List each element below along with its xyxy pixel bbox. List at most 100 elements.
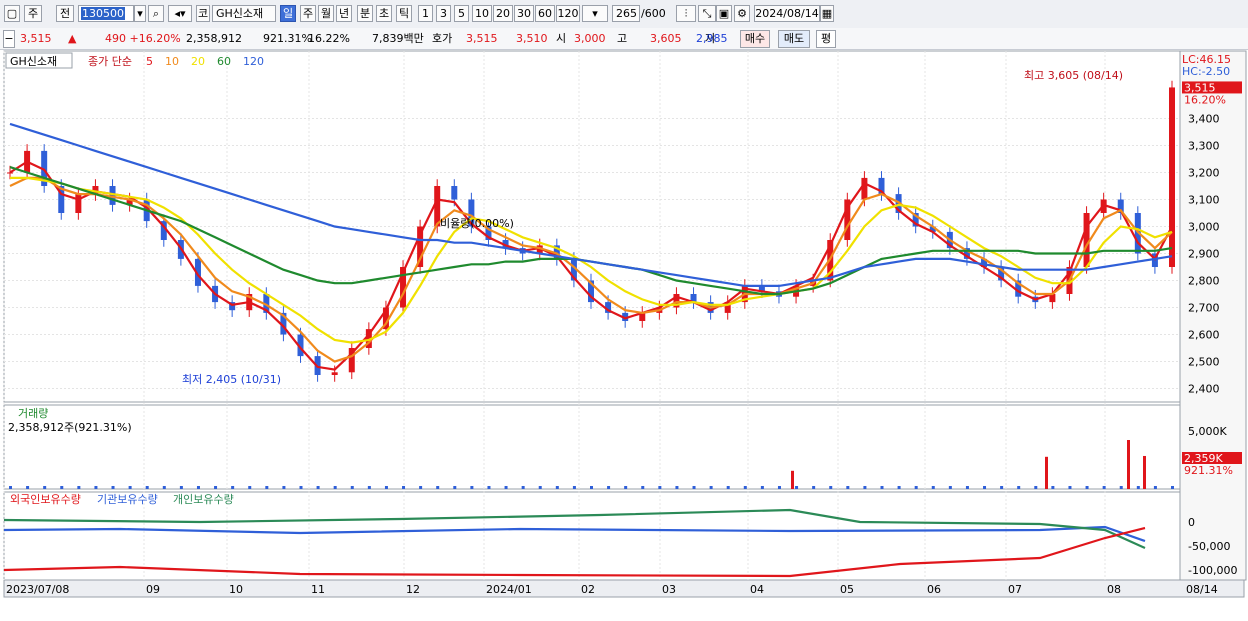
volume-bar <box>1153 486 1157 489</box>
interval-30-button[interactable]: 30 <box>514 5 534 22</box>
volume-bar <box>590 486 593 489</box>
x-end-label: 08/14 <box>1186 583 1218 596</box>
price-change: 490 +16.20% <box>105 32 181 45</box>
volume-tick-label: 5,000K <box>1188 425 1227 438</box>
x-tick-label: 03 <box>662 583 676 596</box>
volume-spike <box>1045 456 1048 489</box>
bid-label: 호가 <box>432 32 453 45</box>
holding-legend-item: 외국인보유수량 <box>10 493 81 506</box>
volume-bar <box>60 486 64 489</box>
turnover-rate: 16.22% <box>308 32 350 45</box>
save-icon[interactable]: ▣ <box>716 5 732 22</box>
interval-5-button[interactable]: 5 <box>454 5 469 22</box>
ma-legend-period: 120 <box>243 55 264 68</box>
period-day-button[interactable]: 일 <box>280 5 296 22</box>
date-input[interactable]: 2024/08/14 <box>754 5 820 22</box>
interval-120-button[interactable]: 120 <box>556 5 580 22</box>
speaker-icon[interactable]: ◂▾ <box>168 5 192 22</box>
volume-bar <box>453 486 457 489</box>
x-tick-label: 06 <box>927 583 941 596</box>
period-second-button[interactable]: 초 <box>376 5 392 22</box>
x-tick-label: 10 <box>229 583 243 596</box>
interval-10-button[interactable]: 10 <box>472 5 492 22</box>
volume-bar <box>760 486 764 489</box>
buy-button[interactable]: 매수 <box>740 30 770 48</box>
interval-3-button[interactable]: 3 <box>436 5 451 22</box>
volume-bar <box>897 486 901 489</box>
stock-name-field[interactable]: GH신소재 <box>212 5 276 22</box>
current-price: 3,515 <box>20 32 52 45</box>
stock-chart[interactable]: 3,400 3,300 3,200 3,100 3,000 2,900 2,800 2,700… <box>0 49 1248 621</box>
window-icon[interactable]: ▢ <box>4 5 20 22</box>
volume-bar <box>521 486 525 489</box>
volume-bar <box>692 486 696 489</box>
volume-bar <box>709 486 713 489</box>
prev-button[interactable]: 전 <box>56 5 74 22</box>
volume-bar <box>299 486 303 489</box>
ma-legend-period: 60 <box>217 55 231 68</box>
volume-bar <box>1102 486 1106 489</box>
volume-spike <box>1143 455 1146 489</box>
high-price: 3,605 <box>650 32 682 45</box>
volume-bar <box>1085 486 1089 489</box>
volume-bar <box>214 486 218 489</box>
period-month-button[interactable]: 월 <box>318 5 334 22</box>
interval-1-button[interactable]: 1 <box>418 5 433 22</box>
average-button[interactable]: 평 <box>816 30 836 48</box>
search-icon[interactable]: ⌕ <box>148 5 164 22</box>
volume-bar <box>367 486 371 489</box>
interval-dropdown[interactable]: ▾ <box>582 5 608 22</box>
draw-tool-icon[interactable]: ⤡ <box>698 5 716 22</box>
price-tick-label: 3,200 <box>1188 167 1220 180</box>
price-tick-label: 3,000 <box>1188 221 1220 234</box>
volume-bar <box>829 486 833 489</box>
volume-bar <box>282 486 286 489</box>
minus-icon[interactable]: − <box>3 30 15 48</box>
volume-bar <box>94 486 98 489</box>
low-price: 2,985 <box>696 32 728 45</box>
candle-body <box>861 177 868 200</box>
interval-20-button[interactable]: 20 <box>493 5 513 22</box>
change-arrow: ▲ <box>68 32 77 45</box>
volume-bar <box>965 486 969 489</box>
ma-legend-period: 5 <box>146 55 153 68</box>
period-year-button[interactable]: 년 <box>336 5 352 22</box>
x-tick-label: 11 <box>311 583 325 596</box>
volume-bar <box>1000 486 1004 489</box>
interval-60-button[interactable]: 60 <box>535 5 555 22</box>
chevron-down-icon[interactable]: ▾ <box>134 5 146 22</box>
code-prefix: 코 <box>196 5 210 22</box>
volume-spike <box>791 470 794 489</box>
high-annotation: 최고 3,605 (08/14) <box>1024 69 1123 82</box>
volume-bar <box>795 486 799 489</box>
ma-legend-period: 10 <box>165 55 179 68</box>
volume-bar <box>538 486 542 489</box>
volume-bar <box>555 486 559 489</box>
volume-bar <box>436 486 440 489</box>
period-select[interactable]: 주 <box>24 5 42 22</box>
volume-bar <box>675 486 679 489</box>
volume-bar <box>983 486 987 489</box>
volume-bar <box>487 486 491 489</box>
volume-bar <box>726 486 730 489</box>
period-week-button[interactable]: 주 <box>300 5 316 22</box>
volume-bar <box>948 486 952 489</box>
x-tick-label: 2024/01 <box>486 583 532 596</box>
volume-bar <box>384 486 388 489</box>
count-input[interactable]: 265 <box>612 5 640 22</box>
volume-bar <box>777 486 781 489</box>
gear-icon[interactable]: ⚙ <box>734 5 750 22</box>
volume-bar <box>504 486 508 489</box>
x-tick-label: 07 <box>1008 583 1022 596</box>
stock-code-input[interactable]: 130500 <box>78 5 134 22</box>
volume-bar <box>641 486 645 489</box>
period-tick-button[interactable]: 틱 <box>396 5 412 22</box>
sell-button[interactable]: 매도 <box>778 30 810 48</box>
x-tick-label: 08 <box>1107 583 1121 596</box>
hc-label: HC:-2.50 <box>1182 65 1230 78</box>
price-tick-label: 2,400 <box>1188 383 1220 396</box>
candle-type-icon[interactable]: ⫶ <box>676 5 696 22</box>
low-annotation: 최저 2,405 (10/31) <box>182 373 281 386</box>
calendar-icon[interactable]: ▦ <box>820 5 834 22</box>
period-minute-button[interactable]: 분 <box>357 5 373 22</box>
